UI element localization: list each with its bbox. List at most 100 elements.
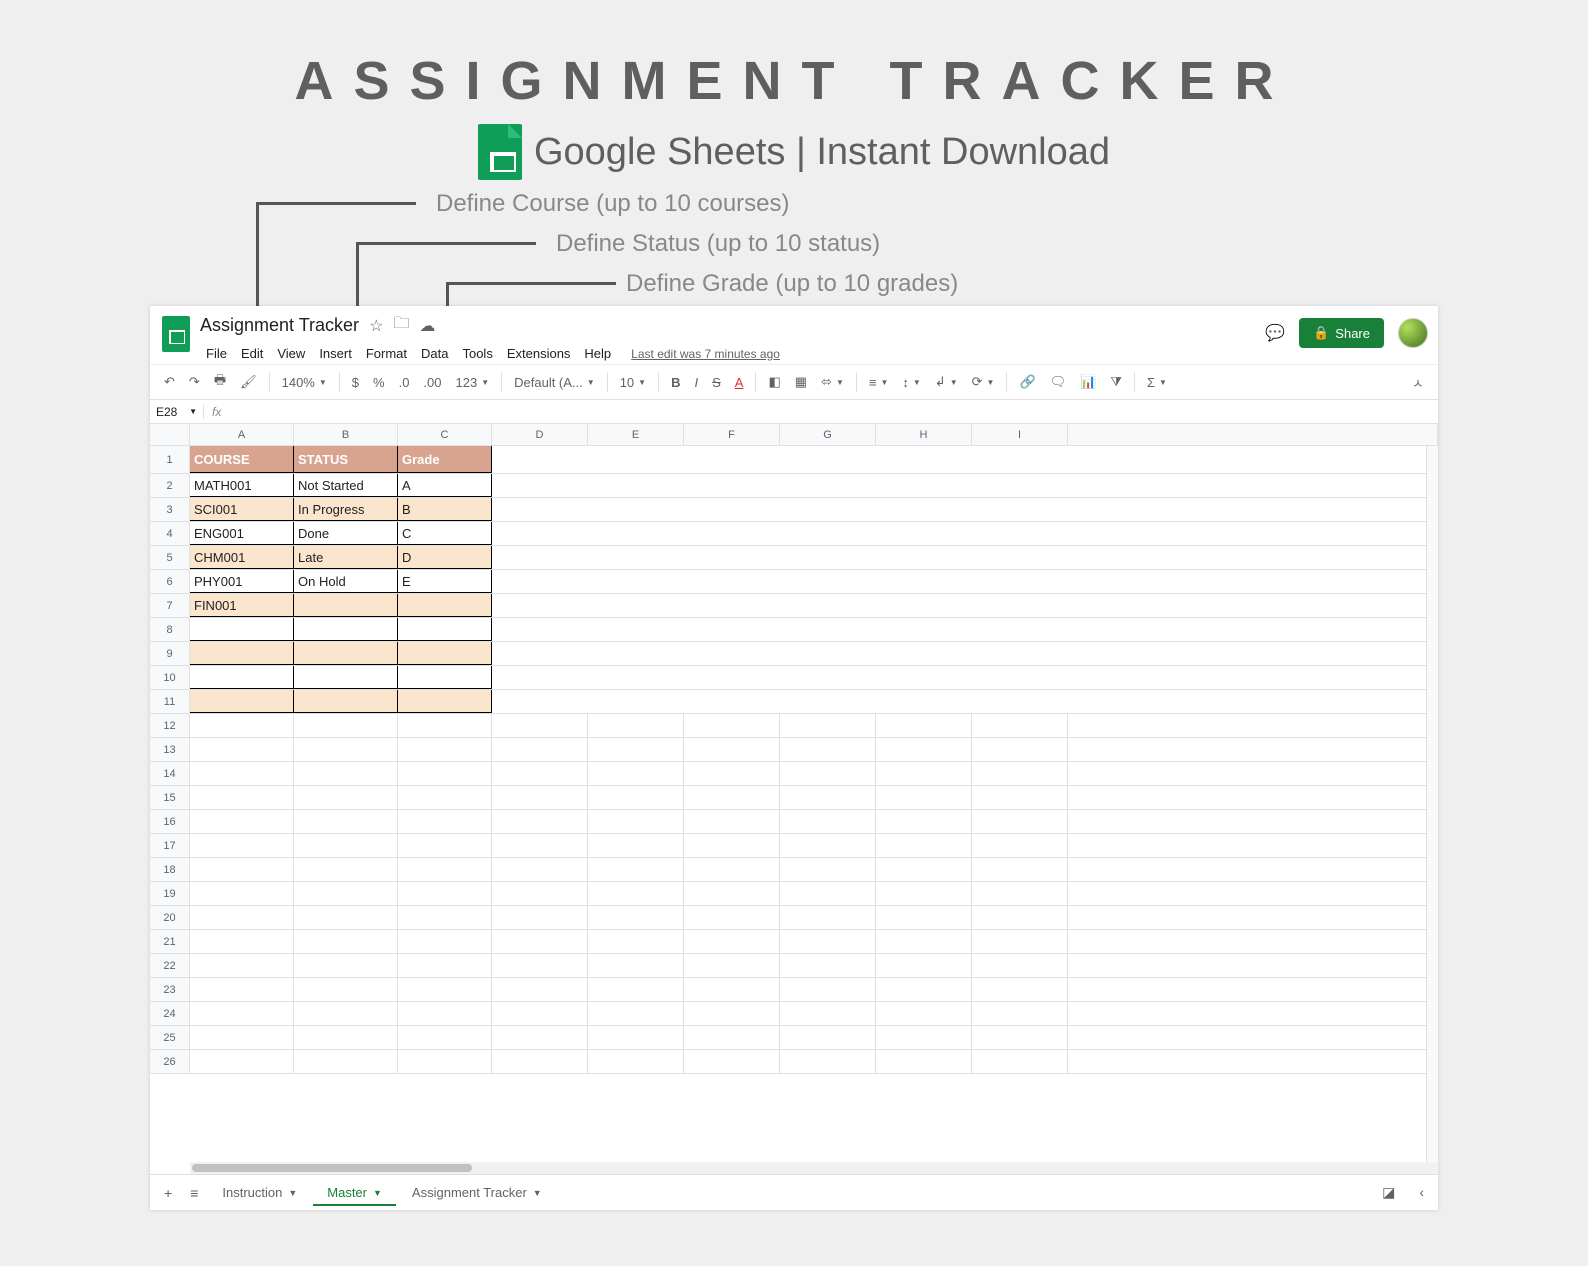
cell[interactable]: C: [398, 522, 492, 545]
cell[interactable]: [684, 930, 780, 953]
cell[interactable]: [294, 930, 398, 953]
cell[interactable]: [190, 1002, 294, 1025]
cell[interactable]: [190, 978, 294, 1001]
cell[interactable]: E: [398, 570, 492, 593]
cell[interactable]: [1068, 1050, 1438, 1073]
cell[interactable]: [1068, 930, 1438, 953]
select-all-corner[interactable]: [150, 424, 190, 445]
cell[interactable]: ENG001: [190, 522, 294, 545]
cell[interactable]: [492, 446, 1438, 473]
cell[interactable]: [294, 642, 398, 665]
cell[interactable]: [294, 594, 398, 617]
menu-tools[interactable]: Tools: [456, 343, 498, 364]
cell[interactable]: [876, 738, 972, 761]
cell[interactable]: [294, 858, 398, 881]
row-header[interactable]: 2: [150, 474, 190, 497]
cell[interactable]: [398, 906, 492, 929]
cell[interactable]: [398, 954, 492, 977]
cell[interactable]: [684, 954, 780, 977]
chart-button[interactable]: 📊: [1074, 370, 1102, 394]
menu-extensions[interactable]: Extensions: [501, 343, 577, 364]
last-edit-link[interactable]: Last edit was 7 minutes ago: [625, 344, 786, 364]
cell[interactable]: D: [398, 546, 492, 569]
cell[interactable]: [1068, 954, 1438, 977]
cell[interactable]: [684, 882, 780, 905]
cell[interactable]: [588, 762, 684, 785]
row-header[interactable]: 8: [150, 618, 190, 641]
cell[interactable]: [294, 786, 398, 809]
account-avatar[interactable]: [1398, 318, 1428, 348]
col-header[interactable]: G: [780, 424, 876, 445]
cell[interactable]: STATUS: [294, 446, 398, 473]
row-header[interactable]: 25: [150, 1026, 190, 1049]
cell[interactable]: [1068, 714, 1438, 737]
cell[interactable]: [684, 834, 780, 857]
cell[interactable]: [492, 474, 1438, 497]
cell[interactable]: [1068, 1026, 1438, 1049]
col-header[interactable]: C: [398, 424, 492, 445]
cell[interactable]: [588, 834, 684, 857]
menu-view[interactable]: View: [271, 343, 311, 364]
cell[interactable]: [492, 762, 588, 785]
row-header[interactable]: 12: [150, 714, 190, 737]
cell[interactable]: [190, 906, 294, 929]
v-align-button[interactable]: ↕▼: [896, 371, 926, 394]
row-header[interactable]: 4: [150, 522, 190, 545]
cell[interactable]: [588, 786, 684, 809]
row-header[interactable]: 18: [150, 858, 190, 881]
cell[interactable]: [294, 1026, 398, 1049]
print-button[interactable]: 🖶: [208, 367, 232, 397]
horizontal-scrollbar[interactable]: [190, 1162, 1438, 1174]
fill-color-button[interactable]: ◧: [762, 370, 786, 394]
cell[interactable]: [1068, 786, 1438, 809]
cell[interactable]: [492, 1002, 588, 1025]
cell[interactable]: [780, 858, 876, 881]
cell[interactable]: [492, 690, 1438, 713]
cell[interactable]: [588, 954, 684, 977]
cell[interactable]: [588, 738, 684, 761]
row-header[interactable]: 5: [150, 546, 190, 569]
cell[interactable]: [876, 1002, 972, 1025]
cell[interactable]: [492, 714, 588, 737]
cell[interactable]: [780, 1026, 876, 1049]
comment-history-icon[interactable]: 💬: [1265, 323, 1285, 343]
tab-assignment-tracker[interactable]: Assignment Tracker▼: [398, 1179, 556, 1206]
cell[interactable]: Done: [294, 522, 398, 545]
cell[interactable]: [972, 834, 1068, 857]
cell[interactable]: On Hold: [294, 570, 398, 593]
cell[interactable]: [190, 930, 294, 953]
cell[interactable]: [780, 810, 876, 833]
cell[interactable]: [398, 714, 492, 737]
cell[interactable]: [684, 1050, 780, 1073]
row-header[interactable]: 16: [150, 810, 190, 833]
cell[interactable]: [492, 570, 1438, 593]
cell[interactable]: [972, 978, 1068, 1001]
cell[interactable]: [190, 810, 294, 833]
move-folder-icon[interactable]: 🗀: [393, 312, 409, 339]
cell[interactable]: [972, 738, 1068, 761]
cell[interactable]: [398, 618, 492, 641]
format-currency[interactable]: $: [346, 371, 365, 394]
cell[interactable]: [780, 1002, 876, 1025]
cell[interactable]: [398, 666, 492, 689]
cell[interactable]: [492, 810, 588, 833]
cell[interactable]: [492, 666, 1438, 689]
cell[interactable]: [780, 930, 876, 953]
cell[interactable]: [398, 1050, 492, 1073]
sheets-logo-icon[interactable]: [162, 316, 190, 352]
cell[interactable]: [972, 858, 1068, 881]
cell[interactable]: [492, 1026, 588, 1049]
cell[interactable]: [780, 834, 876, 857]
cell[interactable]: [876, 786, 972, 809]
cell[interactable]: [972, 930, 1068, 953]
cell[interactable]: [780, 954, 876, 977]
collapse-toolbar-button[interactable]: ㅅ: [1406, 369, 1430, 396]
cell[interactable]: [294, 690, 398, 713]
row-header[interactable]: 13: [150, 738, 190, 761]
row-header[interactable]: 19: [150, 882, 190, 905]
cell[interactable]: [588, 858, 684, 881]
document-title[interactable]: Assignment Tracker: [200, 315, 359, 336]
cell[interactable]: [588, 1050, 684, 1073]
cell[interactable]: [190, 738, 294, 761]
paint-format-button[interactable]: 🖌: [234, 370, 263, 394]
